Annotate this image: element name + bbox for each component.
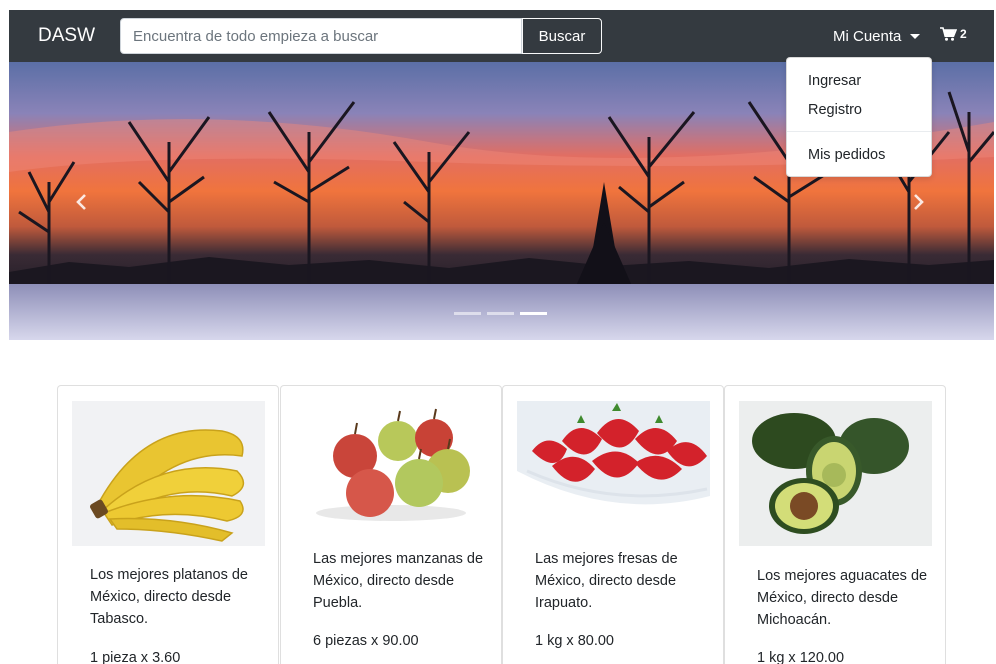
- product-image-aguacates[interactable]: [739, 401, 932, 546]
- account-label: Mi Cuenta: [833, 27, 902, 45]
- shopping-cart-icon: [940, 27, 957, 41]
- product-price: 1 kg x 80.00: [535, 633, 614, 649]
- product-image-platanos[interactable]: [72, 401, 265, 546]
- product-price: 1 pieza x 3.60: [90, 650, 181, 664]
- page: DASW Buscar Mi Cuenta 2: [0, 0, 996, 664]
- product-card-aguacates[interactable]: Los mejores aguacates de México, directo…: [724, 385, 946, 664]
- chevron-right-icon: [914, 194, 924, 210]
- product-description: Las mejores manzanas de México, directo …: [313, 551, 484, 611]
- cart-count-badge: 2: [960, 27, 967, 41]
- product-description: Las mejores fresas de México, directo de…: [535, 551, 678, 611]
- carousel-indicator[interactable]: [454, 312, 481, 315]
- carousel-next-button[interactable]: [899, 182, 939, 222]
- carousel-indicators: [454, 312, 547, 315]
- product-description: Los mejores platanos de México, directo …: [90, 567, 248, 627]
- carousel-indicator-active[interactable]: [520, 312, 547, 315]
- menu-item-registro[interactable]: Registro: [787, 96, 931, 124]
- product-image-fresas[interactable]: [517, 401, 710, 529]
- account-dropdown-toggle[interactable]: Mi Cuenta: [833, 24, 921, 48]
- account-dropdown-menu: Ingresar Registro Mis pedidos: [786, 57, 932, 177]
- menu-divider: [787, 131, 931, 132]
- carousel-indicator[interactable]: [487, 312, 514, 315]
- product-card-manzanas[interactable]: Las mejores manzanas de México, directo …: [280, 385, 502, 664]
- search-input[interactable]: [120, 18, 522, 54]
- product-card-fresas[interactable]: Las mejores fresas de México, directo de…: [502, 385, 724, 664]
- caret-down-icon: [910, 33, 921, 39]
- product-price: 6 piezas x 90.00: [313, 633, 419, 649]
- product-image-manzanas[interactable]: [295, 401, 488, 531]
- cart-link[interactable]: 2: [939, 26, 967, 42]
- menu-item-ingresar[interactable]: Ingresar: [787, 67, 931, 95]
- menu-item-mis-pedidos[interactable]: Mis pedidos: [787, 141, 931, 169]
- search-button[interactable]: Buscar: [522, 18, 602, 54]
- product-card-platanos[interactable]: Los mejores platanos de México, directo …: [57, 385, 279, 664]
- chevron-left-icon: [76, 194, 86, 210]
- product-price: 1 kg x 120.00: [757, 650, 845, 664]
- product-description: Los mejores aguacates de México, directo…: [757, 568, 928, 628]
- brand-logo[interactable]: DASW: [38, 25, 120, 47]
- navbar: DASW Buscar Mi Cuenta 2: [9, 10, 994, 62]
- carousel-prev-button[interactable]: [61, 182, 101, 222]
